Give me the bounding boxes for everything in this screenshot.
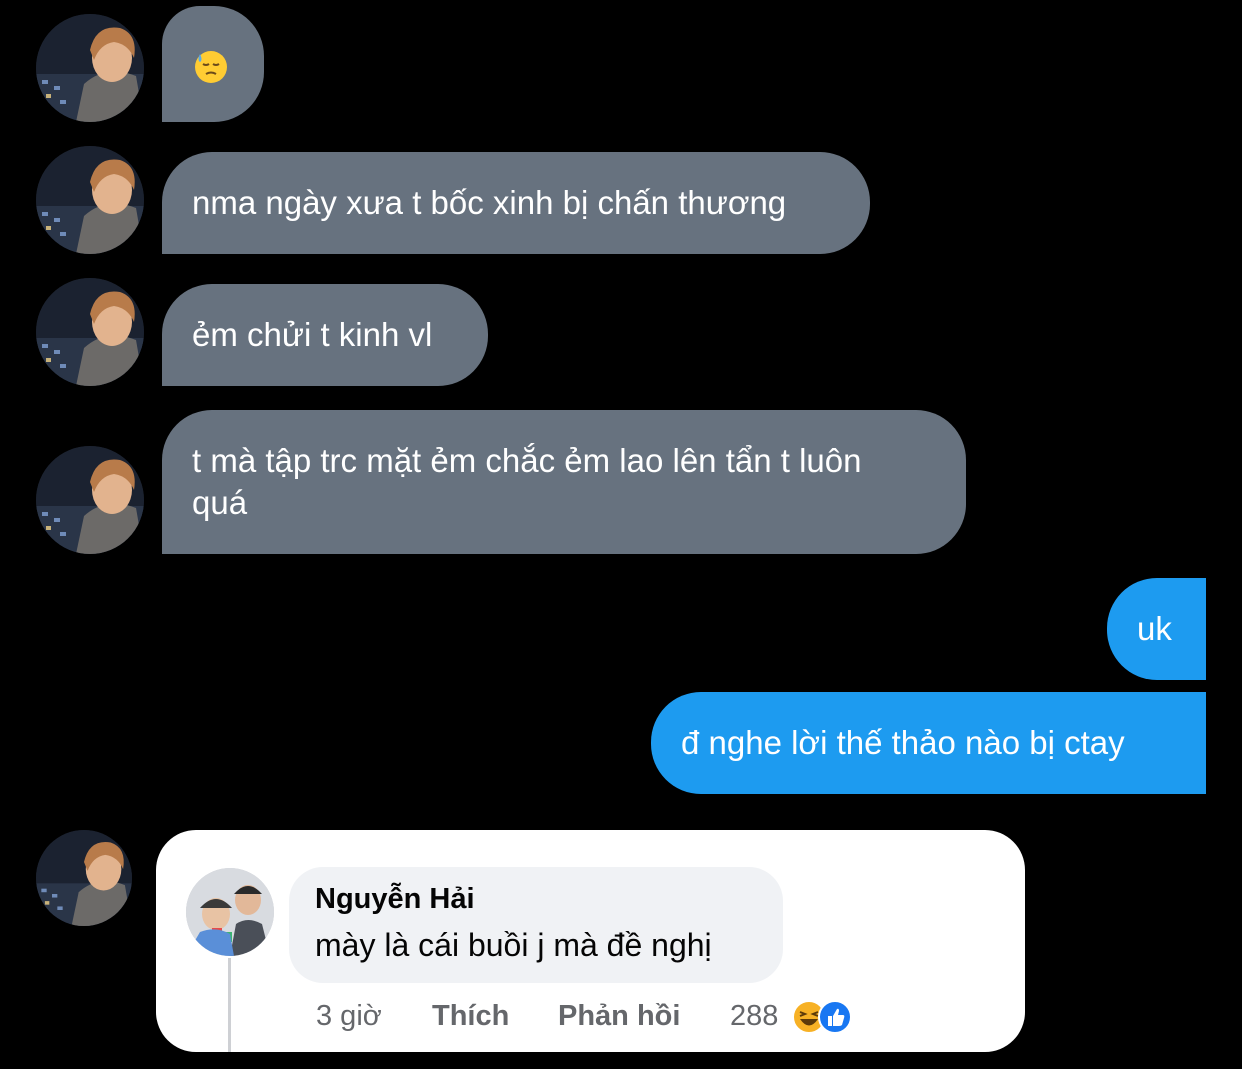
thread-line xyxy=(228,958,231,1052)
outgoing-message[interactable]: đ nghe lời thế thảo nào bị ctay xyxy=(651,692,1206,794)
reply-link[interactable]: Phản hồi xyxy=(558,1000,680,1033)
incoming-message[interactable]: t mà tập trc mặt ẻm chắc ẻm lao lên tẩn … xyxy=(162,410,966,554)
avatar-photo xyxy=(36,146,144,254)
contact-avatar[interactable] xyxy=(36,446,144,554)
message-text: t mà tập trc mặt ẻm chắc ẻm lao lên tẩn … xyxy=(192,442,862,521)
contact-avatar[interactable] xyxy=(36,146,144,254)
message-text: đ nghe lời thế thảo nào bị ctay xyxy=(681,724,1125,761)
incoming-message[interactable]: ẻm chửi t kinh vl xyxy=(162,284,488,386)
contact-avatar[interactable] xyxy=(36,278,144,386)
like-reaction-icon[interactable] xyxy=(818,1000,852,1034)
outgoing-message[interactable]: uk xyxy=(1107,578,1206,680)
like-link[interactable]: Thích xyxy=(432,1000,509,1033)
comment-author[interactable]: Nguyễn Hải xyxy=(315,883,475,916)
message-text: ẻm chửi t kinh vl xyxy=(192,316,433,353)
reaction-count[interactable]: 288 xyxy=(730,1000,778,1033)
avatar-photo xyxy=(36,278,144,386)
message-text: nma ngày xưa t bốc xinh bị chấn thương xyxy=(192,184,787,221)
shared-comment-image[interactable]: Nguyễn Hải mày là cái buồi j mà đề nghị … xyxy=(156,830,1025,1052)
sweat-face-emoji xyxy=(195,51,227,83)
comment-time[interactable]: 3 giờ xyxy=(316,1000,382,1033)
message-text: uk xyxy=(1137,610,1172,647)
contact-avatar[interactable] xyxy=(36,830,132,926)
avatar-photo xyxy=(36,446,144,554)
comment-bubble[interactable]: Nguyễn Hải mày là cái buồi j mà đề nghị xyxy=(289,867,783,983)
commenter-avatar[interactable] xyxy=(186,868,274,956)
incoming-message[interactable]: nma ngày xưa t bốc xinh bị chấn thương xyxy=(162,152,870,254)
contact-avatar[interactable] xyxy=(36,14,144,122)
comment-text: mày là cái buồi j mà đề nghị xyxy=(315,927,712,963)
avatar-photo xyxy=(36,830,132,926)
commenter-photo xyxy=(186,868,274,956)
avatar-photo xyxy=(36,14,144,122)
